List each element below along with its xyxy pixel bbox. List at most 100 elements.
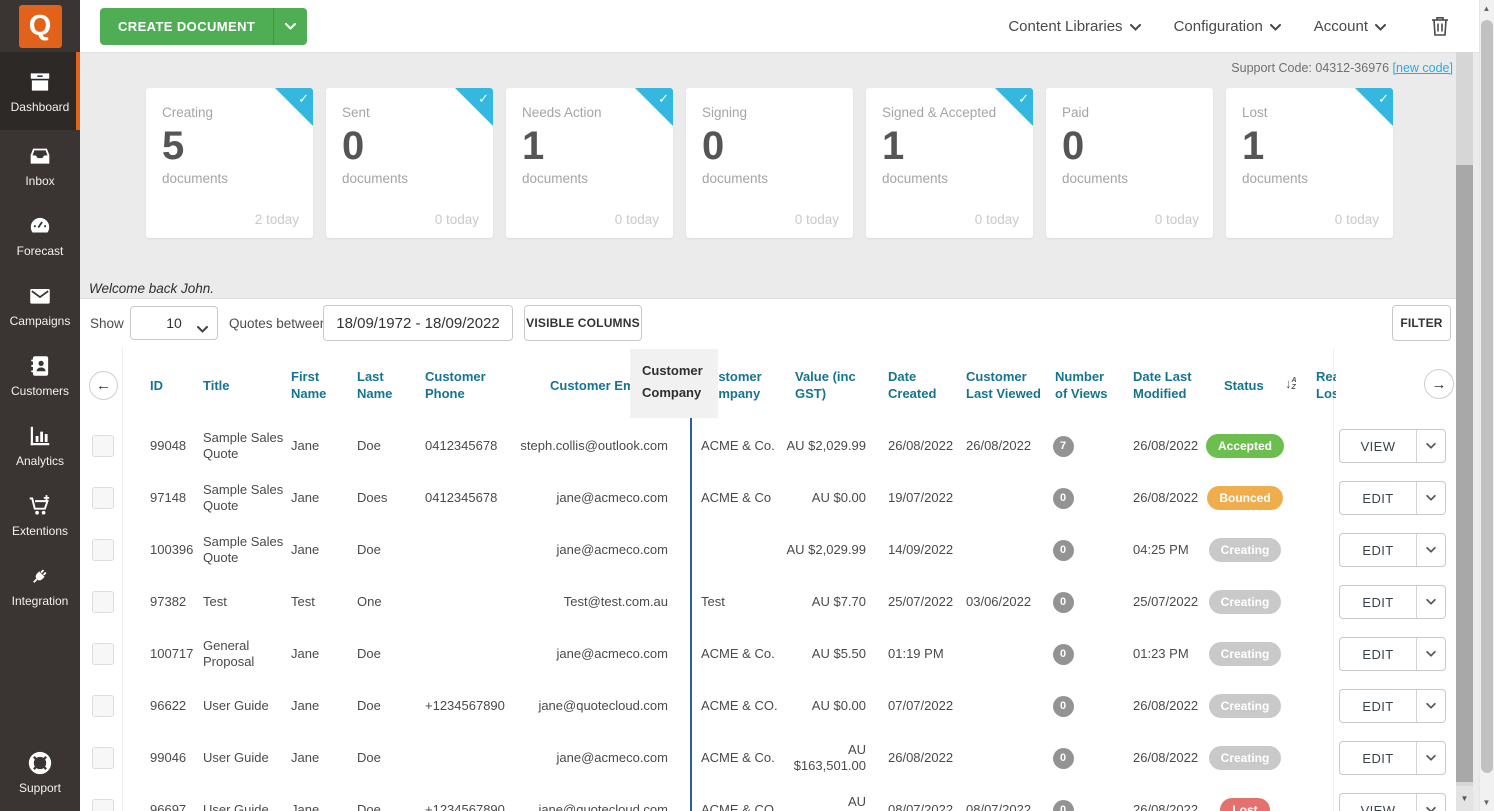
sidebar-item-dashboard[interactable]: Dashboard [0, 52, 80, 130]
column-header-date-last-modified[interactable]: Date Last Modified [1133, 350, 1213, 420]
cell-id: 96622 [150, 698, 187, 713]
column-header-number-of-views[interactable]: Number of Views [1055, 350, 1119, 420]
nav-configuration[interactable]: Configuration [1174, 18, 1281, 35]
browser-scrollbar-thumb[interactable] [1481, 20, 1493, 773]
views-badge: 0 [1052, 487, 1074, 509]
status-card-signed-accepted[interactable]: ✓ Signed & Accepted 1 documents 0 today [866, 88, 1033, 238]
browser-scrollbar-up-arrow[interactable]: ▲ [1479, 0, 1494, 17]
sidebar-item-campaigns[interactable]: Campaigns [0, 270, 80, 340]
table-row: 100396 Sample Sales Quote Jane Doe jane@acme… [0, 524, 1456, 576]
row-checkbox[interactable] [92, 539, 114, 561]
row-checkbox[interactable] [92, 747, 114, 769]
nav-content-libraries[interactable]: Content Libraries [1008, 18, 1141, 35]
date-range-value: 18/09/1972 - 18/09/2022 [336, 314, 500, 332]
row-action-button[interactable]: EDIT [1339, 533, 1446, 567]
status-card-lost[interactable]: ✓ Lost 1 documents 0 today [1226, 88, 1393, 238]
column-header-date-created[interactable]: Date Created [888, 350, 950, 420]
column-header-first-name[interactable]: First Name [291, 350, 337, 420]
row-action-caret[interactable] [1416, 482, 1445, 514]
column-header-customer-phone[interactable]: Customer Phone [425, 350, 505, 420]
column-header-status[interactable]: Status [1224, 350, 1276, 420]
sidebar-item-customers[interactable]: Customers [0, 340, 80, 410]
chevron-down-icon [1269, 18, 1281, 35]
status-card-creating[interactable]: ✓ Creating 5 documents 2 today [146, 88, 313, 238]
status-card-paid[interactable]: Paid 0 documents 0 today [1046, 88, 1213, 238]
sidebar-item-support[interactable]: Support [0, 737, 80, 807]
row-action-button[interactable]: EDIT [1339, 689, 1446, 723]
cell-id: 97382 [150, 594, 187, 609]
quotecloud-dashboard: CREATE DOCUMENT Content Libraries Configu… [0, 0, 1494, 811]
row-checkbox[interactable] [92, 591, 114, 613]
card-today: 0 today [974, 212, 1019, 227]
browser-scrollbar-down-arrow[interactable]: ▼ [1479, 794, 1494, 811]
new-code-link[interactable]: [new code] [1393, 61, 1453, 75]
column-header-customer-last-viewed[interactable]: Customer Last Viewed [966, 350, 1044, 420]
create-document-button[interactable]: CREATE DOCUMENT [100, 7, 308, 45]
cell-modified: 04:25 PM [1133, 542, 1189, 557]
page-size-select[interactable]: 10 [130, 306, 218, 340]
nav-account[interactable]: Account [1314, 18, 1386, 35]
row-checkbox[interactable] [92, 487, 114, 509]
views-badge: 7 [1052, 435, 1074, 457]
sidebar-item-analytics[interactable]: Analytics [0, 410, 80, 480]
inner-scrollbar-thumb[interactable] [1456, 165, 1473, 782]
sidebar-item-forecast[interactable]: Forecast [0, 200, 80, 270]
cell-email: steph.collis@outlook.com [520, 438, 668, 453]
row-action-caret[interactable] [1416, 742, 1445, 774]
extentions-icon [27, 493, 53, 519]
scroll-columns-left-button[interactable]: ← [89, 371, 118, 400]
sidebar-item-extentions[interactable]: Extentions [0, 480, 80, 550]
row-action-caret[interactable] [1416, 430, 1445, 462]
sidebar-item-integration[interactable]: Integration [0, 550, 80, 620]
row-action-button[interactable]: EDIT [1339, 481, 1446, 515]
row-action-label: VIEW [1360, 802, 1396, 811]
row-checkbox[interactable] [92, 435, 114, 457]
cell-email: jane@quotecloud.com [538, 802, 668, 811]
row-action-caret[interactable] [1416, 638, 1445, 670]
card-label: Signing [702, 105, 748, 120]
row-action-button[interactable]: VIEW [1339, 793, 1446, 811]
inner-scrollbar-down-arrow[interactable]: ▼ [1456, 786, 1473, 811]
status-card-sent[interactable]: ✓ Sent 0 documents 0 today [326, 88, 493, 238]
create-document-caret[interactable] [273, 7, 307, 45]
sort-icon[interactable]: ↓ A Z [1285, 376, 1297, 391]
cell-last: Doe [357, 542, 381, 557]
check-icon: ✓ [1378, 91, 1389, 106]
filter-button[interactable]: FILTER [1392, 305, 1451, 341]
column-header-title[interactable]: Title [203, 350, 263, 420]
row-action-button[interactable]: EDIT [1339, 637, 1446, 671]
app-logo[interactable]: Q [18, 4, 62, 48]
row-action-caret[interactable] [1416, 794, 1445, 811]
row-checkbox[interactable] [92, 643, 114, 665]
support-code-label: Support Code: 04312-36976 [1231, 61, 1390, 75]
row-action-caret[interactable] [1416, 690, 1445, 722]
row-action-button[interactable]: EDIT [1339, 741, 1446, 775]
views-badge: 0 [1052, 747, 1074, 769]
column-header-value-inc-gst[interactable]: Value (inc GST) [795, 350, 875, 420]
cell-first: Jane [291, 698, 320, 713]
status-card-signing[interactable]: Signing 0 documents 0 today [686, 88, 853, 238]
column-header-reason-lost[interactable]: Reason Lost [1316, 350, 1336, 420]
date-range-input[interactable]: 18/09/1972 - 18/09/2022 [323, 305, 513, 341]
chevron-down-icon [1129, 18, 1141, 35]
row-checkbox[interactable] [92, 799, 114, 811]
scroll-columns-right-button[interactable]: → [1424, 369, 1454, 399]
card-count: 0 [1062, 124, 1085, 168]
cell-modified: 26/08/2022 [1133, 698, 1199, 713]
cell-modified: 01:23 PM [1133, 646, 1189, 661]
status-card-needs-action[interactable]: ✓ Needs Action 1 documents 0 today [506, 88, 673, 238]
column-header-last-name[interactable]: Last Name [357, 350, 403, 420]
visible-columns-button[interactable]: VISIBLE COLUMNS [524, 305, 642, 341]
row-action-button[interactable]: VIEW [1339, 429, 1446, 463]
cell-last: Doe [357, 698, 381, 713]
row-checkbox[interactable] [92, 695, 114, 717]
row-action-caret[interactable] [1416, 586, 1445, 618]
trash-icon[interactable] [1430, 15, 1450, 37]
cell-last: Doe [357, 646, 381, 661]
sidebar-item-inbox[interactable]: Inbox [0, 130, 80, 200]
column-header-id[interactable]: ID [150, 350, 190, 420]
card-count: 0 [702, 124, 725, 168]
row-action-button[interactable]: EDIT [1339, 585, 1446, 619]
quotes-between-label: Quotes between [229, 316, 328, 331]
row-action-caret[interactable] [1416, 534, 1445, 566]
